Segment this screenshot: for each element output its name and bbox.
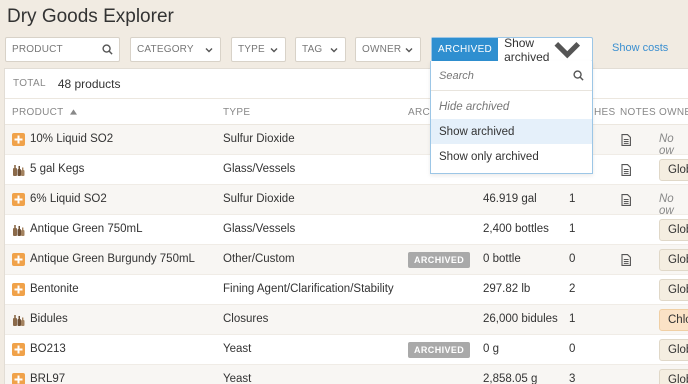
page-title: Dry Goods Explorer xyxy=(7,6,174,27)
notes-icon[interactable] xyxy=(621,194,631,206)
plus-box-icon xyxy=(12,133,25,146)
tag-filter-label: TAG xyxy=(302,44,323,55)
product-type: Sulfur Dioxide xyxy=(223,193,295,205)
product-type: Sulfur Dioxide xyxy=(223,133,295,145)
chevron-down-icon xyxy=(405,47,413,52)
product-filter-label: PRODUCT xyxy=(12,44,63,55)
owner-tag[interactable]: Chlo xyxy=(659,309,688,331)
column-header-notes[interactable]: NOTES xyxy=(620,107,656,118)
bottles-icon xyxy=(13,315,25,326)
category-filter[interactable]: CATEGORY xyxy=(130,37,221,62)
total-label: TOTAL xyxy=(13,78,46,89)
product-batches: 0 xyxy=(569,253,576,265)
owner-tag[interactable]: Glob xyxy=(659,339,688,361)
product-batches: 1 xyxy=(569,223,576,235)
product-name[interactable]: Antique Green Burgundy 750mL xyxy=(30,253,195,265)
archived-dropdown-menu: Hide archived Show archived Show only ar… xyxy=(430,61,593,174)
product-quantity: 0 bottle xyxy=(483,253,521,265)
column-header-product[interactable]: PRODUCT xyxy=(12,107,78,118)
product-filter[interactable]: PRODUCT xyxy=(5,37,120,62)
owner-value: No ow xyxy=(659,133,674,157)
owner-filter-label: OWNER xyxy=(362,44,402,55)
type-filter[interactable]: TYPE xyxy=(231,37,286,62)
product-name[interactable]: 10% Liquid SO2 xyxy=(30,133,113,145)
bottles-icon xyxy=(13,225,25,236)
column-header-owner[interactable]: OWNER xyxy=(659,107,688,118)
product-type: Glass/Vessels xyxy=(223,163,296,175)
search-icon xyxy=(573,70,584,81)
table-row[interactable]: Antique Green Burgundy 750mL Other/Custom… xyxy=(5,245,688,275)
archived-filter-tag: ARCHIVED xyxy=(432,38,499,61)
product-name[interactable]: Antique Green 750mL xyxy=(30,223,143,235)
option-show-archived[interactable]: Show archived xyxy=(431,119,592,144)
owner-value: No ow xyxy=(659,193,674,217)
option-hide-archived[interactable]: Hide archived xyxy=(431,94,592,119)
sort-ascending-icon xyxy=(70,109,78,115)
product-batches: 1 xyxy=(569,193,576,205)
owner-tag[interactable]: Glob xyxy=(659,219,688,241)
owner-tag[interactable]: Glob xyxy=(659,369,688,384)
owner-tag[interactable]: Glob xyxy=(659,279,688,301)
owner-filter[interactable]: OWNER xyxy=(355,37,421,62)
bottles-icon xyxy=(13,165,25,176)
type-filter-label: TYPE xyxy=(238,44,265,55)
chevron-down-icon xyxy=(330,47,338,52)
archived-select-value: Show archived xyxy=(504,35,550,64)
column-header-type[interactable]: TYPE xyxy=(223,107,250,118)
search-icon xyxy=(102,44,113,55)
show-costs-link[interactable]: Show costs xyxy=(612,42,668,54)
plus-box-icon xyxy=(12,373,25,384)
table-row[interactable]: Bentonite Fining Agent/Clarification/Stab… xyxy=(5,275,688,305)
product-type: Glass/Vessels xyxy=(223,223,296,235)
column-header-batches[interactable]: HES xyxy=(594,107,615,118)
product-name[interactable]: 5 gal Kegs xyxy=(30,163,84,175)
dropdown-search-input[interactable] xyxy=(439,69,549,82)
product-name[interactable]: BRL97 xyxy=(30,373,65,384)
table-row[interactable]: 6% Liquid SO2 Sulfur Dioxide 46.919 gal 1 No… xyxy=(5,185,688,217)
product-batches: 2 xyxy=(569,283,576,295)
product-quantity: 46.919 gal xyxy=(483,193,537,205)
archived-filter[interactable]: ARCHIVED Show archived xyxy=(431,35,593,64)
product-type: Other/Custom xyxy=(223,253,295,265)
archived-badge: ARCHIVED xyxy=(408,342,471,358)
product-quantity: 26,000 bidules xyxy=(483,313,558,325)
product-type: Yeast xyxy=(223,343,252,355)
product-name[interactable]: Bentonite xyxy=(30,283,79,295)
product-quantity: 0 g xyxy=(483,343,499,355)
owner-tag[interactable]: Glob xyxy=(659,159,688,181)
table-row[interactable]: BO213 Yeast ARCHIVED 0 g 0 Glob xyxy=(5,335,688,365)
notes-icon[interactable] xyxy=(621,254,631,266)
plus-box-icon xyxy=(12,193,25,206)
dropdown-search xyxy=(431,61,592,91)
category-filter-label: CATEGORY xyxy=(137,44,194,55)
notes-icon[interactable] xyxy=(621,164,631,176)
total-value: 48 products xyxy=(57,76,121,91)
product-name[interactable]: 6% Liquid SO2 xyxy=(30,193,107,205)
plus-box-icon xyxy=(12,343,25,356)
notes-icon[interactable] xyxy=(621,134,631,146)
archived-select[interactable]: Show archived xyxy=(498,35,592,64)
product-batches: 1 xyxy=(569,313,576,325)
table-row[interactable]: BRL97 Yeast 2,858.05 g 3 Glob xyxy=(5,365,688,384)
product-batches: 3 xyxy=(569,373,576,384)
table-row[interactable]: Antique Green 750mL Glass/Vessels 2,400 bo… xyxy=(5,215,688,245)
archived-badge: ARCHIVED xyxy=(408,252,471,268)
plus-box-icon xyxy=(12,253,25,266)
product-name[interactable]: Bidules xyxy=(30,313,68,325)
table-row[interactable]: Bidules Closures 26,000 bidules 1 Chlo xyxy=(5,305,688,335)
product-quantity: 2,400 bottles xyxy=(483,223,549,235)
product-type: Closures xyxy=(223,313,269,325)
plus-box-icon xyxy=(12,283,25,296)
owner-tag[interactable]: Glob xyxy=(659,249,688,271)
product-quantity: 297.82 lb xyxy=(483,283,531,295)
tag-filter[interactable]: TAG xyxy=(295,37,346,62)
option-show-only-archived[interactable]: Show only archived xyxy=(431,144,592,169)
product-type: Yeast xyxy=(223,373,252,384)
product-quantity: 2,858.05 g xyxy=(483,373,538,384)
product-batches: 0 xyxy=(569,343,576,355)
chevron-down-icon xyxy=(270,47,278,52)
product-name[interactable]: BO213 xyxy=(30,343,66,355)
chevron-down-icon xyxy=(205,47,213,52)
product-type: Fining Agent/Clarification/Stability xyxy=(223,283,394,295)
